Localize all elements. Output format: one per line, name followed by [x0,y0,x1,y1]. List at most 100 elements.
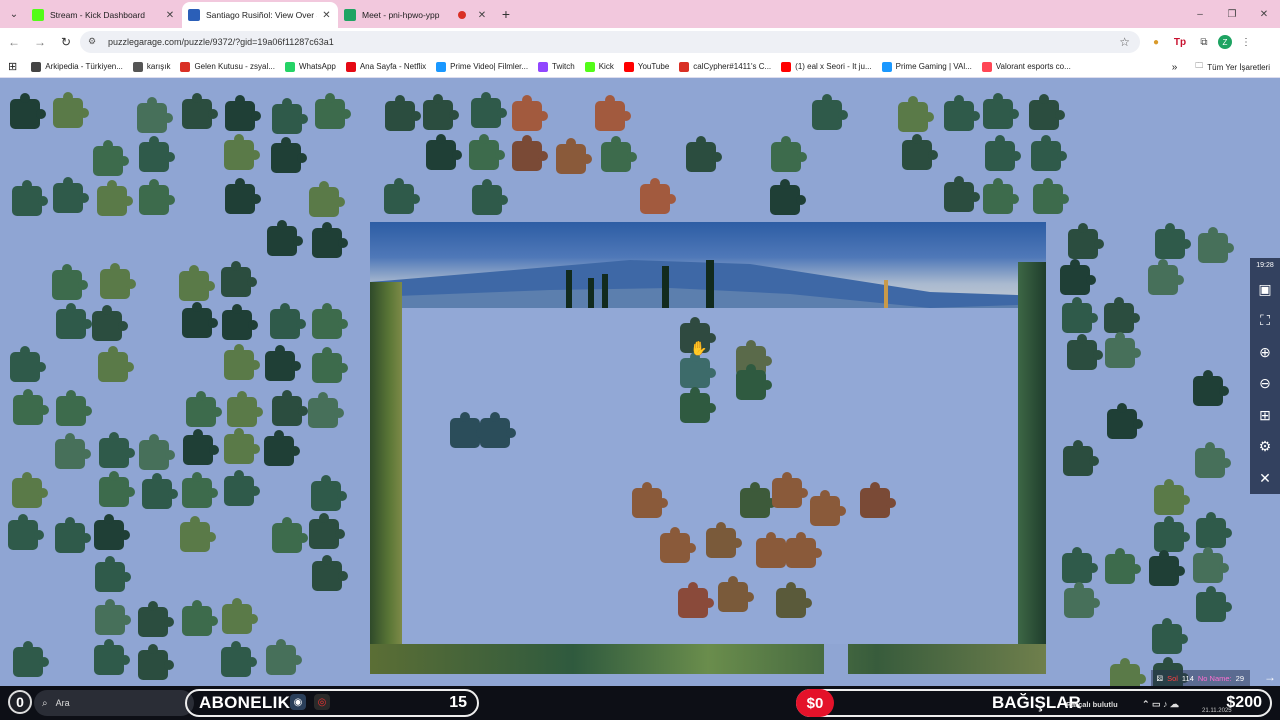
apps-grid-icon[interactable]: ⊞ [8,60,17,73]
puzzle-piece[interactable] [1033,178,1069,214]
puzzle-piece[interactable] [138,644,174,680]
all-bookmarks-folder[interactable]: 🗀 Tüm Yer İşaretleri [1195,60,1270,74]
puzzle-piece[interactable] [98,346,134,382]
puzzle-piece[interactable] [139,179,175,215]
puzzle-piece[interactable] [53,92,89,128]
puzzle-piece[interactable] [736,364,772,400]
zoom-in-icon[interactable]: ⊕ [1250,337,1280,368]
puzzle-piece[interactable] [225,178,261,214]
puzzle-piece[interactable] [179,265,215,301]
puzzle-piece[interactable] [601,136,637,172]
puzzle-piece[interactable] [640,178,676,214]
puzzle-piece[interactable] [97,180,133,216]
puzzle-piece[interactable] [1149,550,1185,586]
puzzle-piece[interactable] [756,532,792,568]
bookmark-item[interactable]: Valorant esports co... [981,61,1071,72]
puzzle-piece[interactable] [182,600,218,636]
puzzle-piece[interactable] [94,639,130,675]
puzzle-piece[interactable] [222,304,258,340]
extension-icon[interactable]: Tp [1170,32,1190,52]
puzzle-piece[interactable] [1063,440,1099,476]
puzzle-piece[interactable] [52,264,88,300]
puzzle-piece[interactable] [1155,223,1191,259]
bookmark-item[interactable]: Kick [584,61,614,72]
record-app-icon[interactable]: ◎ [314,694,330,710]
steam-icon[interactable]: ◉ [290,694,306,710]
puzzle-piece[interactable] [272,517,308,553]
puzzle-piece[interactable] [99,471,135,507]
puzzle-piece[interactable] [1062,547,1098,583]
puzzle-piece[interactable] [272,98,308,134]
puzzle-piece[interactable] [56,303,92,339]
puzzle-piece[interactable] [944,176,980,212]
puzzle-piece[interactable] [770,179,806,215]
puzzle-piece[interactable] [1031,135,1067,171]
puzzle-piece[interactable] [1062,297,1098,333]
close-tab-icon[interactable]: ✕ [164,10,176,21]
close-tab-icon[interactable]: ✕ [476,10,488,21]
puzzle-piece[interactable] [771,136,807,172]
puzzle-piece[interactable] [1064,582,1100,618]
tab-kick-dashboard[interactable]: Stream - Kick Dashboard ✕ [26,2,182,28]
puzzle-piece[interactable] [686,136,722,172]
puzzle-piece[interactable] [812,94,848,130]
puzzle-piece[interactable] [53,177,89,213]
puzzle-piece[interactable] [186,391,222,427]
puzzle-piece[interactable] [224,428,260,464]
puzzle-piece[interactable] [10,346,46,382]
close-tab-icon[interactable]: ✕ [321,10,332,21]
puzzle-piece[interactable] [8,514,44,550]
zoom-out-icon[interactable]: ⊖ [1250,368,1280,399]
puzzle-piece[interactable] [182,93,218,129]
puzzle-piece[interactable] [1196,512,1232,548]
bookmarks-more-button[interactable]: » [1172,62,1178,73]
puzzle-piece[interactable] [718,576,754,612]
back-icon[interactable]: ← [2,30,26,54]
puzzle-empty-area[interactable] [402,308,1018,644]
puzzle-piece[interactable] [678,582,714,618]
puzzle-piece[interactable] [1196,586,1232,622]
puzzle-piece[interactable] [95,556,131,592]
puzzle-piece[interactable] [267,220,303,256]
profile-avatar[interactable]: Z [1218,35,1232,49]
puzzle-piece[interactable] [180,516,216,552]
puzzle-piece[interactable] [480,412,516,448]
puzzle-piece[interactable] [706,522,742,558]
puzzle-piece[interactable] [1193,370,1229,406]
close-window-button[interactable]: ✕ [1248,0,1280,28]
puzzle-piece[interactable] [222,598,258,634]
puzzle-piece[interactable] [1067,334,1103,370]
bookmark-item[interactable]: Ana Sayfa - Netflix [345,61,426,72]
puzzle-piece[interactable] [266,639,302,675]
puzzle-piece[interactable] [471,92,507,128]
puzzle-piece[interactable] [1110,658,1146,686]
puzzle-piece[interactable] [860,482,896,518]
puzzle-piece[interactable] [1105,332,1141,368]
address-bar[interactable]: ⚙ puzzlegarage.com/puzzle/9372/?gid=19a0… [80,31,1140,53]
puzzle-piece[interactable] [632,482,668,518]
puzzle-piece[interactable] [898,96,934,132]
puzzle-piece[interactable] [1148,259,1184,295]
restore-button[interactable]: ❐ [1216,0,1248,28]
image-icon[interactable]: ▣ [1250,274,1280,305]
bookmark-item[interactable]: Gelen Kutusu - zsyal... [180,61,275,72]
puzzle-piece[interactable] [100,263,136,299]
puzzle-piece[interactable] [312,303,348,339]
puzzle-piece[interactable] [1105,548,1141,584]
puzzle-piece[interactable] [1152,618,1188,654]
puzzle-piece[interactable] [225,95,261,131]
puzzle-piece[interactable] [312,347,348,383]
grid-icon[interactable]: ⊞ [1250,400,1280,431]
puzzle-piece[interactable] [595,95,631,131]
puzzle-piece[interactable] [472,179,508,215]
bookmark-star-icon[interactable]: ☆ [1119,35,1130,49]
puzzle-piece[interactable] [1029,94,1065,130]
bookmark-item[interactable]: WhatsApp [284,61,336,72]
puzzle-piece[interactable] [55,433,91,469]
puzzle-canvas[interactable]: ✋ [0,78,1280,686]
puzzle-piece[interactable] [786,532,822,568]
puzzle-piece[interactable] [385,95,421,131]
puzzle-piece[interactable] [182,302,218,338]
puzzle-piece[interactable] [264,430,300,466]
puzzle-piece[interactable] [137,97,173,133]
